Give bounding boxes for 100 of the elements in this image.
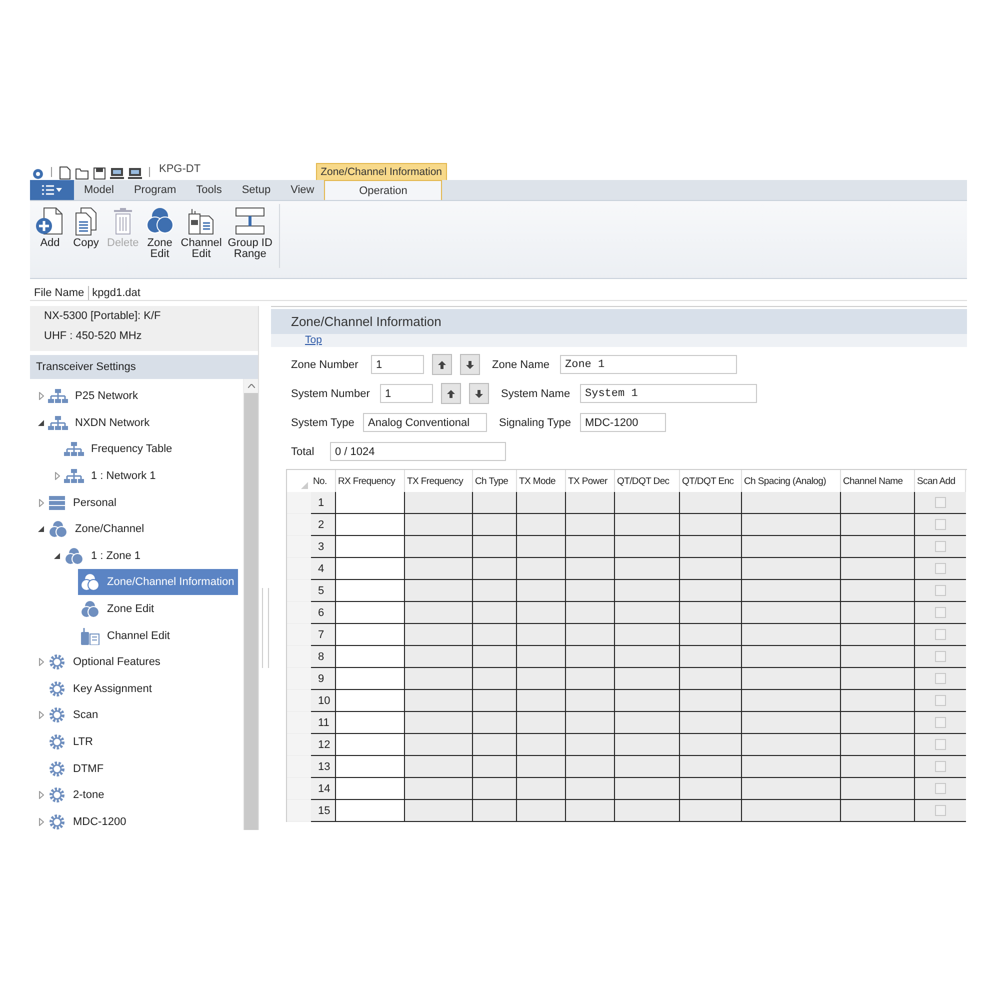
checkbox[interactable] xyxy=(935,497,946,508)
input-field[interactable]: System 1 xyxy=(580,384,757,403)
table-cell[interactable] xyxy=(336,778,405,800)
ribbon-button[interactable]: Add xyxy=(32,204,68,268)
input-field[interactable]: 0 / 1024 xyxy=(330,442,506,461)
tree-item[interactable]: LTR xyxy=(46,729,97,756)
checkbox[interactable] xyxy=(935,541,946,552)
tree-item[interactable]: 1 : Zone 1 xyxy=(62,542,145,569)
table-cell[interactable] xyxy=(336,690,405,712)
tree-item[interactable]: Zone/Channel xyxy=(46,516,148,542)
checkbox[interactable] xyxy=(935,739,946,750)
ribbon-tab[interactable]: Setup xyxy=(232,180,281,200)
tree-item[interactable]: Optional Features xyxy=(46,649,164,676)
checkbox[interactable] xyxy=(935,761,946,772)
table-cell[interactable] xyxy=(336,712,405,734)
tree-item[interactable]: NXDN Network xyxy=(46,410,154,435)
checkbox[interactable] xyxy=(935,607,946,618)
tree-item[interactable]: 1 : Network 1 xyxy=(62,464,160,488)
spin-down-button[interactable] xyxy=(460,354,480,375)
tree-item[interactable]: P25 Network xyxy=(46,384,142,408)
input-field[interactable]: MDC-1200 xyxy=(580,413,666,432)
tree-item[interactable]: Zone Edit xyxy=(78,596,158,622)
checkbox[interactable] xyxy=(935,563,946,574)
collapsed-arrow-icon[interactable] xyxy=(54,472,60,480)
column-header[interactable]: TX Mode xyxy=(517,470,566,492)
table-cell xyxy=(405,690,473,712)
table-cell[interactable] xyxy=(336,646,405,668)
tree-item[interactable]: Channel Edit xyxy=(78,622,174,649)
save-icon[interactable] xyxy=(93,167,106,180)
checkbox[interactable] xyxy=(935,717,946,728)
input-field[interactable]: 1 xyxy=(380,384,433,403)
new-document-icon[interactable] xyxy=(59,166,71,180)
computer-icon[interactable] xyxy=(110,167,124,180)
tree-item[interactable]: Zone/Channel Information xyxy=(78,569,238,596)
tree-item[interactable]: Key Assignment xyxy=(46,676,156,702)
spin-up-button[interactable] xyxy=(432,354,452,375)
checkbox[interactable] xyxy=(935,585,946,596)
input-field[interactable]: Analog Conventional xyxy=(363,413,487,432)
checkbox[interactable] xyxy=(935,651,946,662)
table-cell[interactable] xyxy=(336,624,405,646)
ribbon-button[interactable]: Group ID Range xyxy=(224,204,276,268)
app-icon[interactable] xyxy=(32,168,44,180)
app-menu-button[interactable] xyxy=(30,180,74,200)
top-link[interactable]: Top xyxy=(305,334,322,346)
splitter-grip[interactable] xyxy=(262,588,268,668)
ribbon-button[interactable]: Channel Edit xyxy=(178,204,225,268)
input-field[interactable]: 1 xyxy=(371,355,424,374)
column-header[interactable]: Ch Spacing (Analog) xyxy=(742,470,841,492)
input-field[interactable]: Zone 1 xyxy=(560,355,737,374)
collapsed-arrow-icon[interactable] xyxy=(38,711,44,720)
column-header[interactable]: No. xyxy=(311,470,336,492)
computer-icon[interactable] xyxy=(128,167,142,180)
ribbon-button[interactable]: Copy xyxy=(68,204,104,268)
expanded-arrow-icon[interactable] xyxy=(38,526,44,532)
checkbox[interactable] xyxy=(935,695,946,706)
ribbon-button[interactable]: Zone Edit xyxy=(142,204,178,268)
ribbon-tab[interactable]: Operation xyxy=(324,180,442,200)
ribbon-tab[interactable]: View xyxy=(280,180,324,200)
column-header[interactable]: QT/DQT Dec xyxy=(615,470,680,492)
column-header[interactable]: TX Power xyxy=(566,470,615,492)
table-cell[interactable] xyxy=(336,514,405,536)
tree-item[interactable]: Scan xyxy=(46,702,102,728)
ribbon-tab[interactable]: Program xyxy=(124,180,186,200)
table-cell[interactable] xyxy=(336,800,405,822)
table-cell[interactable] xyxy=(336,734,405,756)
table-cell[interactable] xyxy=(336,558,405,580)
table-cell[interactable] xyxy=(336,492,405,514)
tree-item[interactable]: Frequency Table xyxy=(62,437,176,462)
expanded-arrow-icon[interactable] xyxy=(54,552,60,559)
scrollbar[interactable] xyxy=(243,379,258,830)
table-cell[interactable] xyxy=(336,580,405,602)
spin-up-button[interactable] xyxy=(441,383,461,404)
column-header[interactable]: Scan Add xyxy=(915,470,966,492)
column-header[interactable]: Channel Name xyxy=(841,470,915,492)
collapsed-arrow-icon[interactable] xyxy=(38,791,44,800)
collapsed-arrow-icon[interactable] xyxy=(38,498,44,507)
column-header[interactable]: TX Frequency xyxy=(405,470,473,492)
ribbon-tab[interactable]: Tools xyxy=(186,180,232,200)
expanded-arrow-icon[interactable] xyxy=(38,420,44,426)
collapsed-arrow-icon[interactable] xyxy=(38,818,44,826)
spin-down-button[interactable] xyxy=(469,383,489,404)
collapsed-arrow-icon[interactable] xyxy=(38,658,44,666)
table-cell[interactable] xyxy=(336,668,405,690)
table-cell[interactable] xyxy=(336,756,405,778)
tree-item[interactable]: MDC-1200 xyxy=(46,808,130,830)
checkbox[interactable] xyxy=(935,805,946,816)
tree-item[interactable]: Personal xyxy=(46,490,120,515)
table-cell[interactable] xyxy=(336,602,405,624)
column-header[interactable]: Ch Type xyxy=(473,470,517,492)
column-header[interactable]: QT/DQT Enc xyxy=(680,470,742,492)
tree-item[interactable]: DTMF xyxy=(46,756,108,782)
column-header[interactable]: RX Frequency xyxy=(336,470,405,492)
checkbox[interactable] xyxy=(935,673,946,684)
checkbox[interactable] xyxy=(935,783,946,794)
checkbox[interactable] xyxy=(935,629,946,640)
table-cell[interactable] xyxy=(336,536,405,558)
ribbon-tab[interactable]: Model xyxy=(74,180,124,200)
checkbox[interactable] xyxy=(935,519,946,530)
collapsed-arrow-icon[interactable] xyxy=(38,392,44,400)
tree-item[interactable]: 2-tone xyxy=(46,782,108,808)
